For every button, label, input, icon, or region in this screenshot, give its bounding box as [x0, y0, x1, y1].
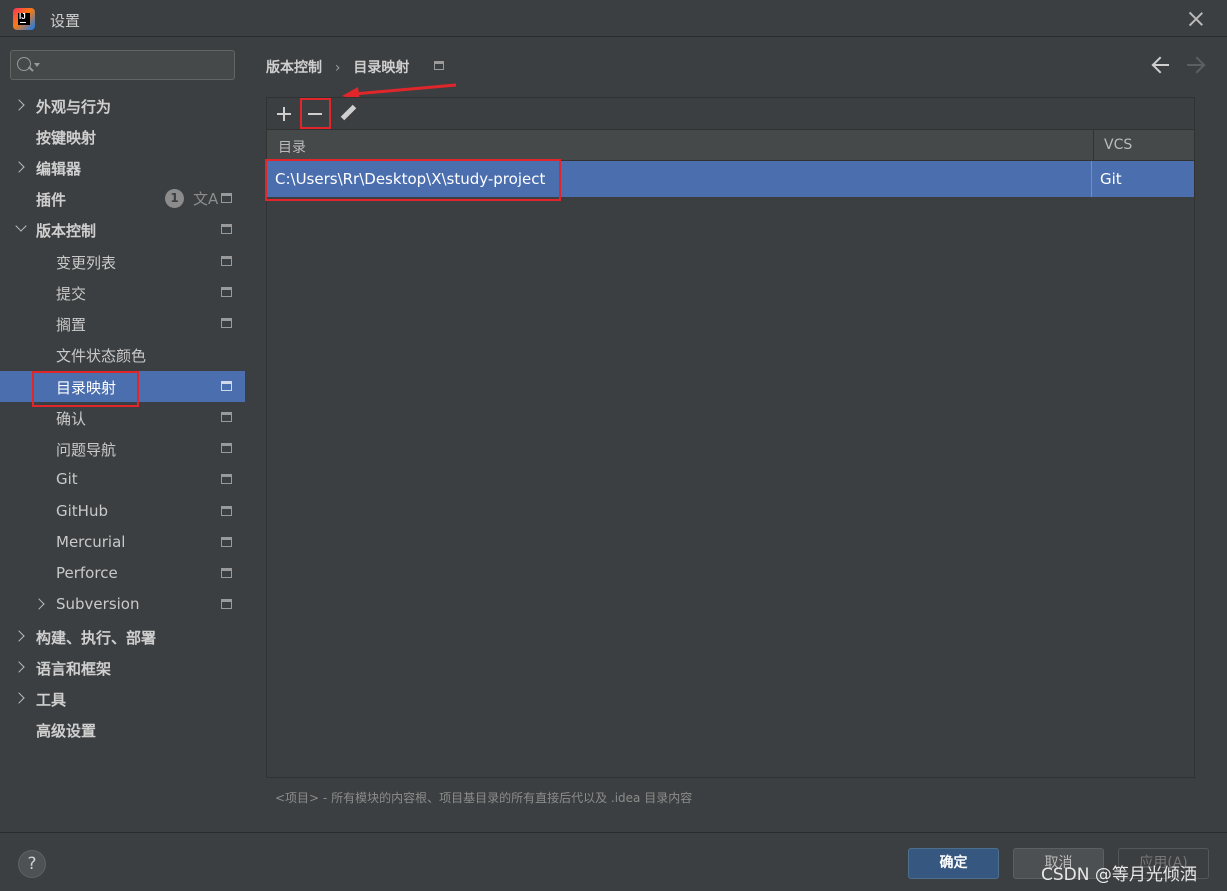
sidebar-item-shelf[interactable]: 搁置 — [0, 308, 245, 339]
sidebar-item-label: 插件 — [36, 191, 67, 209]
settings-sidebar: 外观与行为 按键映射 编辑器 插件 1 文A 版本控制 变更列表 提交 搁置 文… — [0, 37, 245, 832]
sidebar-item-label: 文件状态颜色 — [56, 347, 147, 365]
search-icon[interactable] — [17, 57, 31, 71]
breadcrumb-current: 目录映射 — [353, 60, 410, 76]
sidebar-item-advanced-settings[interactable]: 高级设置 — [0, 714, 245, 745]
sidebar-item-label: 工具 — [36, 691, 67, 709]
sidebar-item-git[interactable]: Git — [0, 464, 245, 495]
sidebar-item-label: Mercurial — [56, 533, 126, 551]
sidebar-item-label: 高级设置 — [36, 722, 97, 740]
csdn-watermark: CSDN @等月光倾洒 — [1041, 865, 1197, 885]
close-icon[interactable] — [1186, 9, 1206, 29]
settings-search-box[interactable] — [10, 50, 235, 80]
forward-arrow-icon[interactable] — [1185, 55, 1205, 75]
search-dropdown-icon[interactable] — [34, 63, 40, 67]
chevron-right-icon[interactable] — [13, 630, 25, 642]
sidebar-item-label: 语言和框架 — [36, 660, 112, 678]
project-level-icon — [221, 381, 232, 391]
sidebar-item-label: 构建、执行、部署 — [36, 629, 157, 647]
column-divider — [1091, 161, 1092, 197]
sidebar-item-languages-frameworks[interactable]: 语言和框架 — [0, 652, 245, 683]
sidebar-item-keymap[interactable]: 按键映射 — [0, 121, 245, 152]
project-level-icon — [221, 224, 232, 234]
breadcrumb-separator: › — [334, 60, 341, 76]
sidebar-item-label: 提交 — [56, 285, 87, 303]
project-level-icon — [221, 537, 232, 547]
annotation-highlight-box — [265, 159, 561, 201]
project-level-icon — [221, 443, 232, 453]
annotation-highlight-box — [32, 371, 139, 407]
project-level-icon — [434, 61, 444, 70]
sidebar-item-file-status-colors[interactable]: 文件状态颜色 — [0, 339, 245, 370]
breadcrumb: 版本控制 › 目录映射 — [266, 57, 417, 77]
sidebar-item-build-execution-deployment[interactable]: 构建、执行、部署 — [0, 621, 245, 652]
ok-button[interactable]: 确定 — [908, 848, 999, 879]
sidebar-item-label: 确认 — [56, 410, 87, 428]
project-level-icon — [221, 474, 232, 484]
sidebar-item-label: Perforce — [56, 564, 118, 582]
sidebar-item-label: 变更列表 — [56, 254, 117, 272]
chevron-down-icon[interactable] — [15, 220, 27, 232]
sidebar-item-appearance[interactable]: 外观与行为 — [0, 90, 245, 121]
sidebar-item-commit[interactable]: 提交 — [0, 277, 245, 308]
column-header-directory[interactable]: 目录 — [278, 137, 306, 157]
plus-icon[interactable] — [272, 102, 296, 126]
project-level-icon — [221, 193, 232, 203]
sidebar-item-label: 外观与行为 — [36, 98, 112, 116]
update-count-badge: 1 — [165, 189, 184, 208]
translate-icon: 文A — [193, 190, 219, 208]
sidebar-item-mercurial[interactable]: Mercurial — [0, 527, 245, 558]
sidebar-item-label: Git — [56, 470, 78, 488]
back-arrow-icon[interactable] — [1151, 55, 1171, 75]
title-bar: IJ 设置 — [0, 0, 1227, 37]
sidebar-item-label: Subversion — [56, 595, 140, 613]
project-level-icon — [221, 599, 232, 609]
sidebar-item-label: 编辑器 — [36, 160, 82, 178]
vcs-cell[interactable]: Git — [1100, 170, 1122, 188]
chevron-right-icon[interactable] — [13, 99, 25, 111]
project-level-icon — [221, 412, 232, 422]
directory-hint-text: <项目> - 所有模块的内容根、项目基目录的所有直接后代以及 .idea 目录内… — [275, 791, 693, 805]
breadcrumb-parent[interactable]: 版本控制 — [266, 60, 322, 76]
project-level-icon — [221, 318, 232, 328]
chevron-right-icon[interactable] — [33, 598, 45, 610]
sidebar-item-label: 按键映射 — [36, 129, 97, 147]
sidebar-item-github[interactable]: GitHub — [0, 496, 245, 527]
sidebar-item-label: 搁置 — [56, 316, 87, 334]
sidebar-item-label: 问题导航 — [56, 441, 117, 459]
window-title: 设置 — [50, 12, 81, 30]
project-level-icon — [221, 506, 232, 516]
project-level-icon — [221, 256, 232, 266]
intellij-idea-icon: IJ — [13, 8, 35, 30]
project-level-icon — [221, 568, 232, 578]
sidebar-item-issue-navigation[interactable]: 问题导航 — [0, 433, 245, 464]
table-header: 目录 VCS — [267, 129, 1194, 161]
mappings-toolbar — [267, 98, 1194, 129]
column-header-vcs[interactable]: VCS — [1104, 137, 1132, 153]
sidebar-item-plugins[interactable]: 插件 1 文A — [0, 183, 245, 214]
annotation-highlight-box — [300, 98, 331, 129]
settings-content: 版本控制 › 目录映射 目录 VCS C:\Users\Rr\Desktop\X… — [245, 37, 1227, 832]
sidebar-item-version-control[interactable]: 版本控制 — [0, 214, 245, 245]
sidebar-item-subversion[interactable]: Subversion — [0, 589, 245, 620]
sidebar-item-tools[interactable]: 工具 — [0, 683, 245, 714]
chevron-right-icon[interactable] — [13, 692, 25, 704]
column-divider[interactable] — [1093, 130, 1094, 160]
project-level-icon — [221, 287, 232, 297]
sidebar-item-changelists[interactable]: 变更列表 — [0, 246, 245, 277]
pencil-icon[interactable] — [337, 102, 361, 126]
settings-search-input[interactable] — [43, 51, 228, 79]
chevron-right-icon[interactable] — [13, 661, 25, 673]
help-button[interactable]: ? — [18, 850, 46, 878]
chevron-right-icon[interactable] — [13, 161, 25, 173]
sidebar-item-label: GitHub — [56, 502, 108, 520]
sidebar-item-perforce[interactable]: Perforce — [0, 558, 245, 589]
sidebar-item-label: 版本控制 — [36, 222, 97, 240]
sidebar-item-editor[interactable]: 编辑器 — [0, 152, 245, 183]
directory-mappings-panel: 目录 VCS C:\Users\Rr\Desktop\X\study-proje… — [265, 97, 1195, 778]
